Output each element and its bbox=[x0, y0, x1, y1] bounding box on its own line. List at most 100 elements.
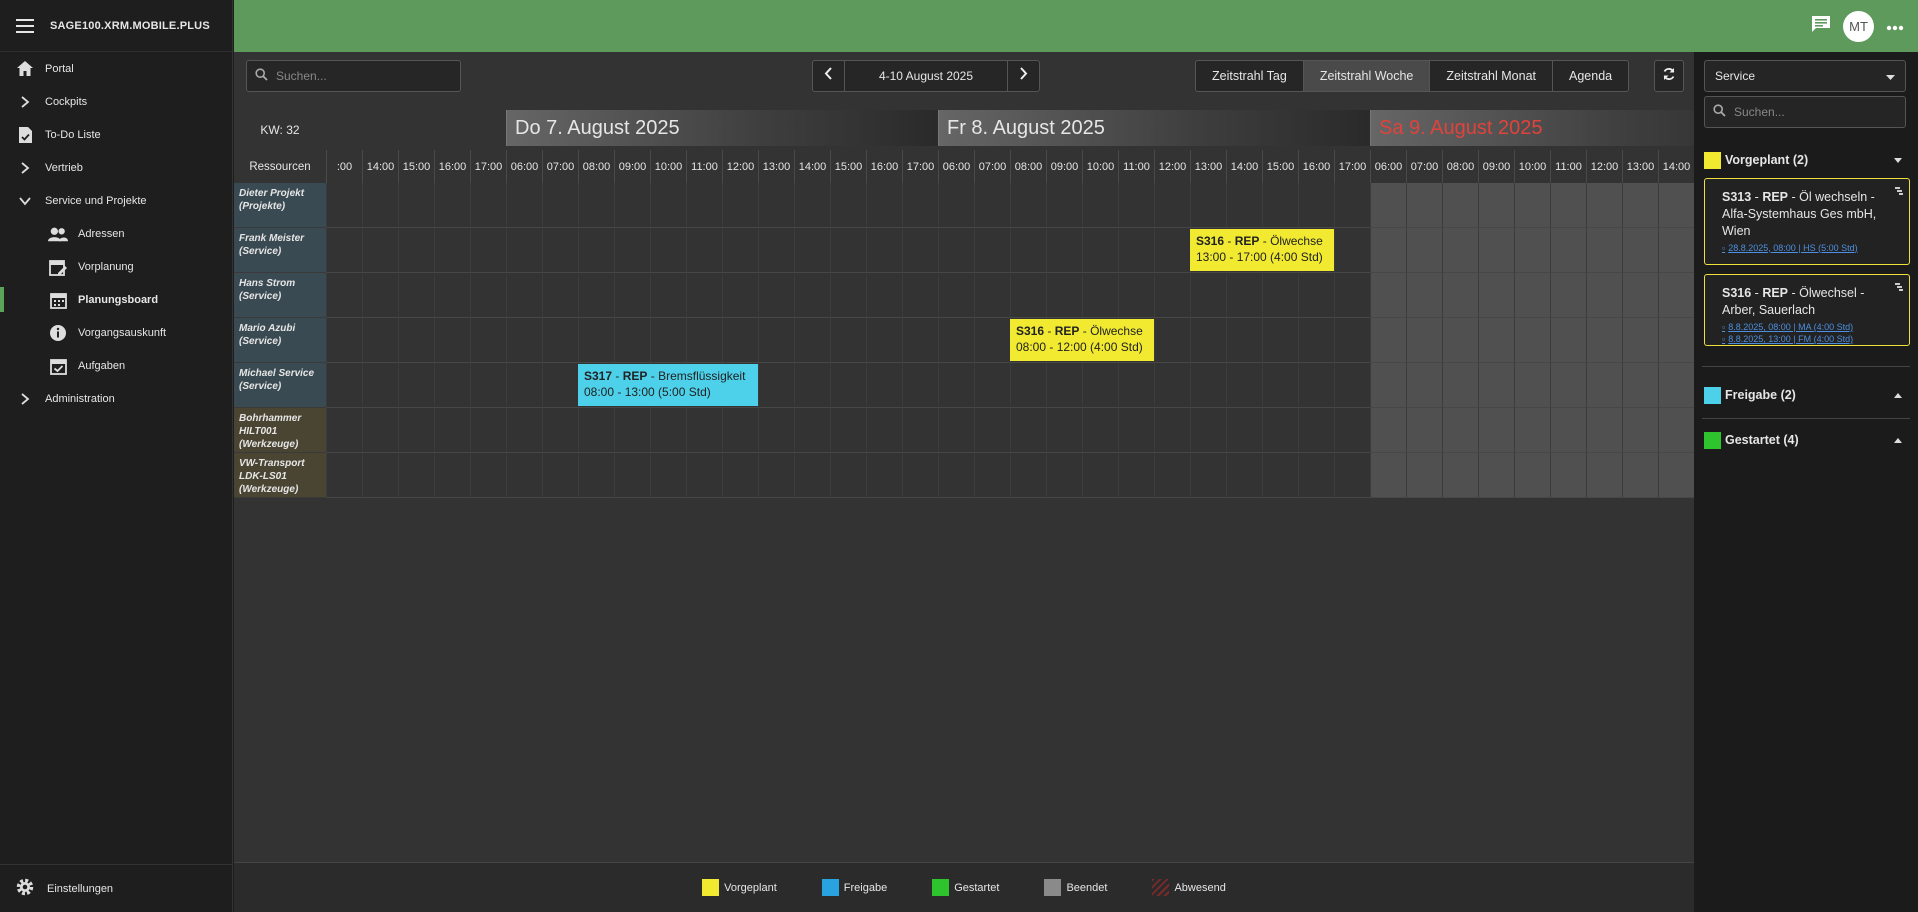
timeline-cell[interactable] bbox=[434, 228, 470, 273]
timeline-cell[interactable] bbox=[470, 453, 506, 498]
timeline-cell[interactable] bbox=[1478, 453, 1514, 498]
appointment-link[interactable]: ▫ 28.8.2025, 08:00 | HS (5:00 Std) bbox=[1722, 242, 1892, 254]
timeline-cell[interactable] bbox=[470, 273, 506, 318]
timeline-cell[interactable] bbox=[830, 273, 866, 318]
timeline-cell[interactable] bbox=[1370, 273, 1406, 318]
timeline-cell[interactable] bbox=[1262, 273, 1298, 318]
timeline-cell[interactable] bbox=[974, 228, 1010, 273]
timeline-cell[interactable] bbox=[1622, 228, 1658, 273]
next-button[interactable] bbox=[1007, 61, 1039, 91]
timeline-cell[interactable] bbox=[1082, 453, 1118, 498]
timeline-cell[interactable] bbox=[1586, 408, 1622, 453]
timeline-cell[interactable] bbox=[1442, 408, 1478, 453]
timeline-cell[interactable] bbox=[1550, 318, 1586, 363]
sidebar-item-planungsboard[interactable]: Planungsboard bbox=[0, 283, 232, 316]
timeline-cell[interactable] bbox=[830, 408, 866, 453]
tab-agenda[interactable]: Agenda bbox=[1553, 61, 1628, 91]
timeline-cell[interactable] bbox=[1118, 273, 1154, 318]
timeline-cell[interactable] bbox=[614, 273, 650, 318]
timeline-cell[interactable] bbox=[1010, 363, 1046, 408]
date-range-label[interactable]: 4-10 August 2025 bbox=[845, 69, 1007, 83]
timeline-cell[interactable] bbox=[1622, 318, 1658, 363]
timeline-cell[interactable] bbox=[1550, 408, 1586, 453]
timeline-cell[interactable] bbox=[1334, 273, 1370, 318]
timeline-cell[interactable] bbox=[506, 318, 542, 363]
timeline-cell[interactable] bbox=[1046, 453, 1082, 498]
sidebar-item-portal[interactable]: Portal bbox=[0, 52, 232, 85]
timeline-cell[interactable] bbox=[866, 363, 902, 408]
timeline-cell[interactable] bbox=[1406, 228, 1442, 273]
timeline-cell[interactable] bbox=[1550, 363, 1586, 408]
timeline-cell[interactable] bbox=[1118, 363, 1154, 408]
timeline-cell[interactable] bbox=[722, 408, 758, 453]
sidebar-item-adressen[interactable]: Adressen bbox=[0, 217, 232, 250]
timeline-cell[interactable] bbox=[1046, 363, 1082, 408]
timeline-cell[interactable] bbox=[974, 408, 1010, 453]
timeline-cell[interactable] bbox=[1442, 363, 1478, 408]
timeline-cell[interactable] bbox=[938, 228, 974, 273]
timeline-cell[interactable] bbox=[398, 273, 434, 318]
day-header[interactable]: Sa 9. August 2025 bbox=[1370, 110, 1694, 146]
timeline-cell[interactable] bbox=[1010, 273, 1046, 318]
timeline-cell[interactable] bbox=[1514, 228, 1550, 273]
timeline-cell[interactable] bbox=[866, 273, 902, 318]
timeline-cell[interactable] bbox=[938, 273, 974, 318]
timeline-cell[interactable] bbox=[542, 228, 578, 273]
timeline-cell[interactable] bbox=[578, 183, 614, 228]
timeline-cell[interactable] bbox=[398, 453, 434, 498]
timeline-cell[interactable] bbox=[758, 408, 794, 453]
order-card[interactable]: S313 - REP - Öl wechseln - Alfa-Systemha… bbox=[1704, 178, 1910, 265]
drag-handle-icon[interactable] bbox=[1895, 183, 1903, 200]
timeline-cell[interactable] bbox=[1370, 228, 1406, 273]
timeline-cell[interactable] bbox=[1190, 273, 1226, 318]
timeline-cell[interactable] bbox=[938, 453, 974, 498]
timeline-cell[interactable] bbox=[686, 228, 722, 273]
timeline-cell[interactable] bbox=[1334, 363, 1370, 408]
timeline-cell[interactable] bbox=[1118, 228, 1154, 273]
event-block[interactable]: S316 - REP - Ölwechse 08:00 - 12:00 (4:00… bbox=[1010, 319, 1154, 361]
tab-zeitstrahl-woche[interactable]: Zeitstrahl Woche bbox=[1303, 61, 1431, 91]
timeline-cell[interactable] bbox=[1406, 273, 1442, 318]
timeline-cell[interactable] bbox=[1658, 408, 1694, 453]
timeline-cell[interactable] bbox=[542, 453, 578, 498]
timeline-cell[interactable] bbox=[1154, 228, 1190, 273]
timeline-cell[interactable] bbox=[722, 453, 758, 498]
timeline-cell[interactable] bbox=[686, 453, 722, 498]
timeline-cell[interactable] bbox=[974, 453, 1010, 498]
timeline-cell[interactable] bbox=[1298, 183, 1334, 228]
timeline-cell[interactable] bbox=[758, 273, 794, 318]
timeline-cell[interactable] bbox=[326, 273, 362, 318]
timeline-cell[interactable] bbox=[326, 318, 362, 363]
sidebar-item-vorgangsauskunft[interactable]: Vorgangsauskunft bbox=[0, 316, 232, 349]
timeline-cell[interactable] bbox=[1586, 273, 1622, 318]
timeline-cell[interactable] bbox=[326, 408, 362, 453]
timeline-cell[interactable] bbox=[1514, 273, 1550, 318]
timeline-cell[interactable] bbox=[938, 318, 974, 363]
more-icon[interactable] bbox=[1886, 18, 1904, 36]
timeline-cell[interactable] bbox=[470, 408, 506, 453]
group-gestartet[interactable]: Gestartet (4) bbox=[1704, 423, 1908, 457]
timeline-cell[interactable] bbox=[1478, 318, 1514, 363]
timeline-cell[interactable] bbox=[938, 183, 974, 228]
timeline-cell[interactable] bbox=[1082, 228, 1118, 273]
timeline-cell[interactable] bbox=[830, 363, 866, 408]
timeline-cell[interactable] bbox=[866, 408, 902, 453]
tab-zeitstrahl-monat[interactable]: Zeitstrahl Monat bbox=[1430, 61, 1553, 91]
timeline-cell[interactable] bbox=[650, 183, 686, 228]
timeline-cell[interactable] bbox=[1262, 408, 1298, 453]
timeline-cell[interactable] bbox=[1550, 453, 1586, 498]
timeline-cell[interactable] bbox=[434, 453, 470, 498]
timeline-cell[interactable] bbox=[794, 408, 830, 453]
timeline-cell[interactable] bbox=[1514, 363, 1550, 408]
drag-handle-icon[interactable] bbox=[1895, 279, 1903, 296]
timeline-cell[interactable] bbox=[1154, 273, 1190, 318]
timeline-cell[interactable] bbox=[866, 183, 902, 228]
timeline-cell[interactable] bbox=[1334, 453, 1370, 498]
timeline-cell[interactable] bbox=[902, 363, 938, 408]
timeline-cell[interactable] bbox=[1514, 408, 1550, 453]
timeline-cell[interactable] bbox=[1478, 273, 1514, 318]
timeline-cell[interactable] bbox=[1190, 363, 1226, 408]
timeline-cell[interactable] bbox=[1514, 318, 1550, 363]
order-card[interactable]: S316 - REP - Ölwechsel - Arber, Sauerlac… bbox=[1704, 274, 1910, 346]
timeline-cell[interactable] bbox=[1478, 183, 1514, 228]
